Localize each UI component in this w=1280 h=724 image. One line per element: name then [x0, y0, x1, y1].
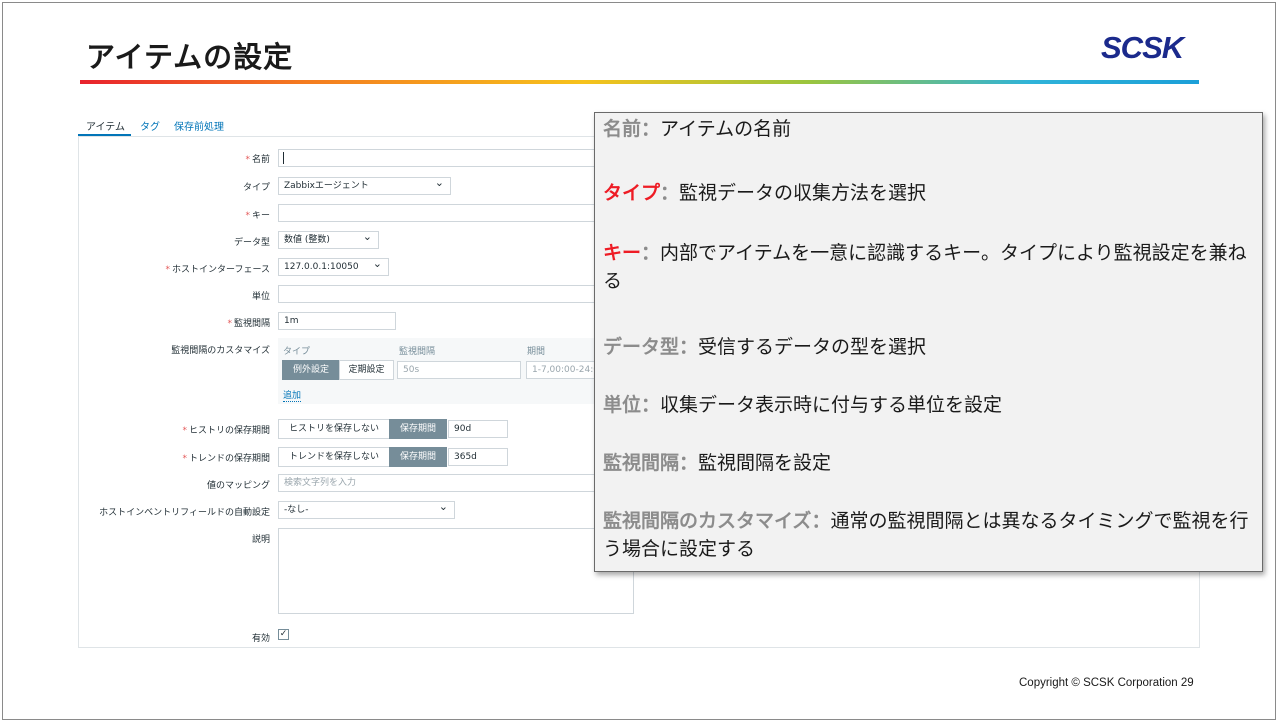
enabled-checkbox[interactable]: ✓ — [278, 629, 289, 640]
key-input[interactable] — [278, 204, 596, 222]
callout-datatype: データ型：受信するデータの型を選択 — [603, 336, 927, 358]
trend-label: * トレンドの保存期間 — [182, 454, 270, 464]
trend-input[interactable]: 365d — [448, 448, 508, 466]
add-custom-interval-link[interactable]: 追加 — [283, 388, 302, 402]
history-no-store-button[interactable]: ヒストリを保存しない — [278, 419, 390, 439]
datatype-label: データ型 — [233, 238, 270, 248]
enabled-label: 有効 — [251, 634, 270, 644]
custom-interval-input[interactable]: 50s — [397, 361, 521, 379]
tab-tags[interactable]: タグ — [140, 118, 160, 133]
valuemap-input[interactable]: 検索文字列を入力 — [278, 474, 596, 492]
custom-interval-label: 監視間隔のカスタマイズ — [171, 346, 270, 356]
description-label: 説明 — [251, 535, 270, 545]
inventory-select[interactable]: -なし- — [278, 501, 455, 519]
callout-unit: 単位：収集データ表示時に付与する単位を設定 — [603, 394, 1003, 416]
trend-store-button[interactable]: 保存期間 — [389, 447, 447, 467]
host-interface-select[interactable]: 127.0.0.1:10050 — [278, 258, 389, 276]
unit-input[interactable] — [278, 285, 596, 303]
name-input[interactable] — [278, 149, 596, 167]
key-label: * キー — [245, 211, 270, 221]
history-input[interactable]: 90d — [448, 420, 508, 438]
explanation-callout: 名前：アイテムの名前 タイプ：監視データの収集方法を選択 キー：内部でアイテムを… — [594, 112, 1263, 572]
slide-title: アイテムの設定 — [86, 40, 294, 74]
callout-type: タイプ：監視データの収集方法を選択 — [603, 182, 927, 204]
description-textarea[interactable] — [278, 528, 634, 614]
callout-custom-interval: 監視間隔のカスタマイズ：通常の監視間隔とは異なるタイミングで監視を行う場合に設定… — [603, 510, 1249, 560]
history-label: * ヒストリの保存期間 — [182, 426, 270, 436]
tab-item[interactable]: アイテム — [86, 118, 125, 133]
callout-interval: 監視間隔：監視間隔を設定 — [603, 452, 832, 474]
inventory-label: ホストインベントリフィールドの自動設定 — [99, 508, 270, 518]
text-cursor — [283, 152, 284, 164]
trend-no-store-button[interactable]: トレンドを保存しない — [278, 447, 390, 467]
name-label: * 名前 — [245, 155, 270, 165]
scsk-logo: SCSK — [1101, 30, 1184, 65]
scheduling-button[interactable]: 定期設定 — [339, 360, 394, 380]
flexible-button[interactable]: 例外設定 — [282, 360, 340, 380]
type-label: タイプ — [242, 183, 270, 193]
valuemap-label: 値のマッピング — [206, 481, 270, 491]
callout-name: 名前：アイテムの名前 — [603, 118, 792, 140]
custom-period-input[interactable]: 1-7,00:00-24:00 — [526, 361, 596, 379]
custom-col-type: タイプ — [283, 347, 311, 357]
type-select[interactable]: Zabbixエージェント — [278, 177, 451, 195]
callout-key: キー：内部でアイテムを一意に認識するキー。タイプにより監視設定を兼ねる — [603, 242, 1247, 292]
copyright-footer: Copyright © SCSK Corporation 29 — [1019, 677, 1194, 689]
custom-col-interval: 監視間隔 — [399, 347, 436, 357]
custom-col-period: 期間 — [527, 347, 546, 357]
interval-input[interactable]: 1m — [278, 312, 396, 330]
datatype-select[interactable]: 数値 (整数) — [278, 231, 379, 249]
unit-label: 単位 — [251, 292, 270, 302]
title-gradient-rule — [80, 80, 1199, 84]
tab-preprocessing[interactable]: 保存前処理 — [174, 118, 224, 133]
interval-label: * 監視間隔 — [227, 319, 270, 329]
host-interface-label: * ホストインターフェース — [165, 265, 270, 275]
history-store-button[interactable]: 保存期間 — [389, 419, 447, 439]
